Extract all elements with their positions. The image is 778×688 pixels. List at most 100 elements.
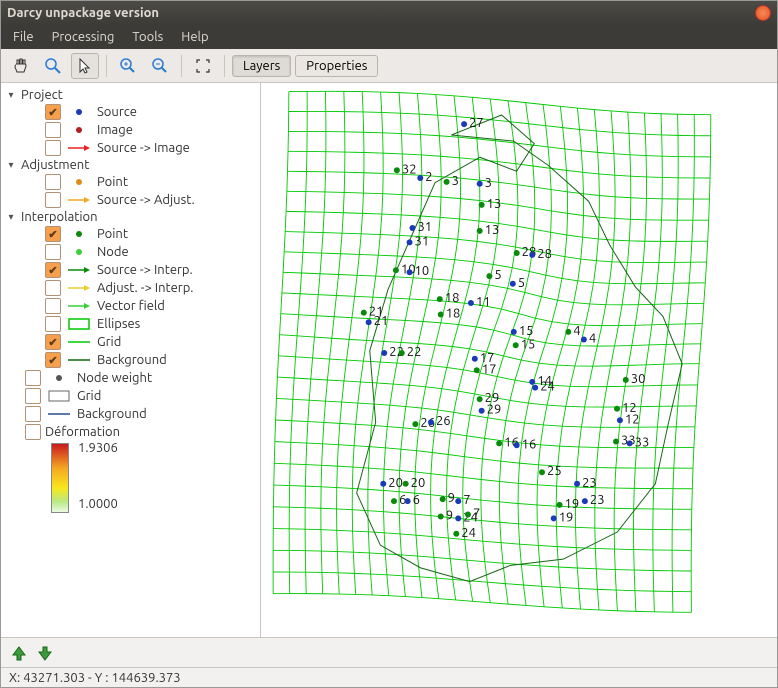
- point-blue-icon: [65, 107, 93, 117]
- tree-grid[interactable]: Grid: [3, 387, 258, 405]
- svg-text:30: 30: [631, 372, 646, 386]
- gradient-bar-icon: [51, 443, 69, 513]
- tree-vector-field[interactable]: Vector field: [3, 297, 258, 315]
- svg-text:4: 4: [573, 324, 580, 338]
- rect-green-icon: [65, 318, 93, 330]
- svg-text:20: 20: [411, 476, 426, 490]
- fit-view-icon[interactable]: [189, 53, 217, 79]
- tree-source-image[interactable]: Source -> Image: [3, 139, 258, 157]
- tree-background[interactable]: Background: [3, 405, 258, 423]
- svg-text:25: 25: [547, 464, 562, 478]
- rect-gray-icon: [45, 390, 73, 402]
- zoom-in-icon[interactable]: [114, 53, 142, 79]
- svg-text:3: 3: [452, 174, 459, 188]
- tab-properties[interactable]: Properties: [295, 55, 378, 77]
- source-interp-label: Source -> Interp.: [97, 263, 193, 277]
- checkbox[interactable]: [45, 334, 61, 350]
- tree-int-grid[interactable]: Grid: [3, 333, 258, 351]
- tree-source-adjust[interactable]: Source -> Adjust.: [3, 191, 258, 209]
- svg-text:22: 22: [407, 345, 422, 359]
- expand-icon[interactable]: ▾: [5, 89, 17, 101]
- checkbox[interactable]: [25, 406, 41, 422]
- menu-processing[interactable]: Processing: [44, 28, 123, 46]
- close-icon[interactable]: [755, 5, 771, 21]
- svg-text:2: 2: [425, 170, 432, 184]
- tree-int-background[interactable]: Background: [3, 351, 258, 369]
- map-canvas[interactable]: 2732233133113312828101055181121211815441…: [261, 83, 777, 637]
- expand-icon[interactable]: ▾: [5, 159, 17, 171]
- svg-text:18: 18: [446, 307, 461, 321]
- checkbox[interactable]: [45, 174, 61, 190]
- tree-int-node[interactable]: Node: [3, 243, 258, 261]
- tree-adjust-interp[interactable]: Adjust. -> Interp.: [3, 279, 258, 297]
- arrow-yellow-icon: [65, 283, 93, 293]
- svg-text:23: 23: [582, 476, 597, 490]
- adj-point-label: Point: [97, 175, 128, 189]
- checkbox[interactable]: [45, 226, 61, 242]
- svg-text:5: 5: [518, 276, 525, 290]
- zoom-tool-icon[interactable]: [39, 53, 67, 79]
- tree-source-interp[interactable]: Source -> Interp.: [3, 261, 258, 279]
- tree-adjustment[interactable]: ▾ Adjustment: [3, 157, 258, 173]
- toolbar-separator: [224, 55, 225, 77]
- svg-text:4: 4: [589, 332, 596, 346]
- checkbox[interactable]: [25, 370, 41, 386]
- checkbox[interactable]: [45, 104, 61, 120]
- expand-icon[interactable]: ▾: [5, 211, 17, 223]
- checkbox[interactable]: [45, 316, 61, 332]
- svg-text:24: 24: [540, 380, 555, 394]
- svg-text:13: 13: [485, 223, 500, 237]
- svg-text:6: 6: [413, 493, 420, 507]
- svg-text:19: 19: [559, 510, 574, 524]
- svg-text:5: 5: [494, 268, 501, 282]
- tree-project[interactable]: ▾ Project: [3, 87, 258, 103]
- coords-readout: X: 43271.303 - Y : 144639.373: [9, 671, 181, 685]
- tree-node-weight[interactable]: Node weight: [3, 369, 258, 387]
- svg-text:9: 9: [448, 491, 455, 505]
- checkbox[interactable]: [25, 424, 41, 440]
- svg-text:24: 24: [461, 526, 476, 540]
- toolbar-separator: [106, 55, 107, 77]
- ellipses-label: Ellipses: [97, 317, 140, 331]
- checkbox[interactable]: [45, 352, 61, 368]
- checkbox[interactable]: [45, 140, 61, 156]
- point-gray-icon: [45, 373, 73, 383]
- tab-layers[interactable]: Layers: [232, 55, 291, 77]
- tree-adj-point[interactable]: Point: [3, 173, 258, 191]
- svg-text:11: 11: [476, 295, 491, 309]
- checkbox[interactable]: [45, 280, 61, 296]
- checkbox[interactable]: [45, 298, 61, 314]
- tree-deformation[interactable]: Déformation: [3, 423, 258, 441]
- menu-help[interactable]: Help: [173, 28, 216, 46]
- svg-text:21: 21: [374, 314, 389, 328]
- svg-text:7: 7: [473, 507, 480, 521]
- line-dgreen-icon: [65, 356, 93, 364]
- line-green-icon: [65, 338, 93, 346]
- adjustment-label: Adjustment: [21, 158, 89, 172]
- menu-tools[interactable]: Tools: [124, 28, 171, 46]
- cursor-tool-icon[interactable]: [71, 53, 99, 79]
- checkbox[interactable]: [45, 244, 61, 260]
- tree-interpolation[interactable]: ▾ Interpolation: [3, 209, 258, 225]
- bottom-toolbar: [1, 637, 777, 667]
- svg-text:16: 16: [522, 437, 537, 451]
- point-red-icon: [65, 125, 93, 135]
- pan-tool-icon[interactable]: [7, 53, 35, 79]
- checkbox[interactable]: [45, 192, 61, 208]
- checkbox[interactable]: [45, 262, 61, 278]
- zoom-out-icon[interactable]: [146, 53, 174, 79]
- move-down-icon[interactable]: [35, 643, 55, 663]
- tree-image[interactable]: Image: [3, 121, 258, 139]
- checkbox[interactable]: [45, 122, 61, 138]
- svg-text:3: 3: [485, 176, 492, 190]
- move-up-icon[interactable]: [9, 643, 29, 663]
- bg-label: Background: [77, 407, 147, 421]
- svg-text:15: 15: [521, 337, 536, 351]
- titlebar: Darcy unpackage version: [1, 1, 777, 25]
- tree-int-point[interactable]: Point: [3, 225, 258, 243]
- tree-ellipses[interactable]: Ellipses: [3, 315, 258, 333]
- checkbox[interactable]: [25, 388, 41, 404]
- menu-file[interactable]: File: [5, 28, 42, 46]
- tree-source[interactable]: Source: [3, 103, 258, 121]
- svg-text:13: 13: [487, 197, 502, 211]
